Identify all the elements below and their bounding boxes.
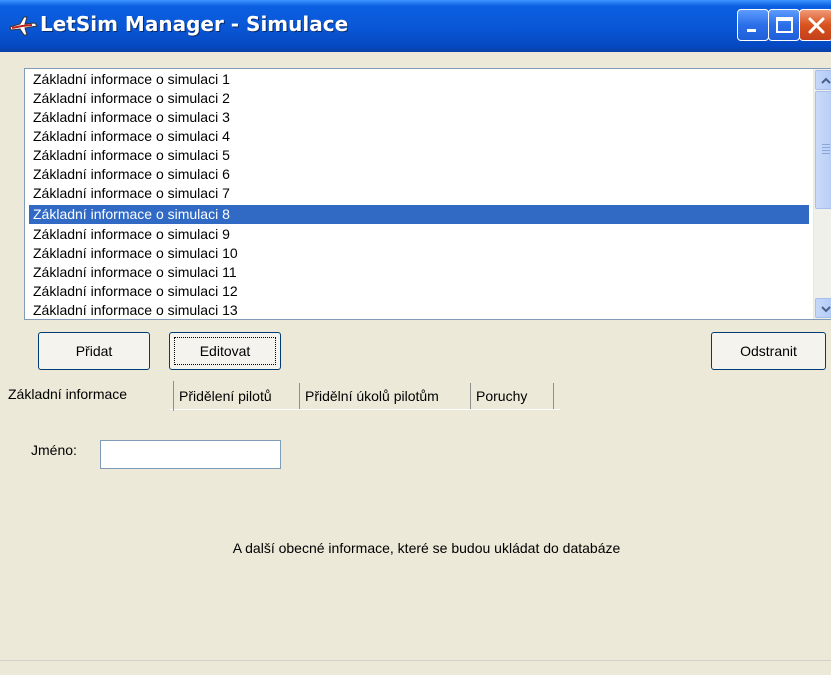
- minimize-button[interactable]: [737, 9, 769, 41]
- list-item[interactable]: Základní informace o simulaci 3: [29, 109, 809, 126]
- chevron-down-icon: [821, 306, 831, 313]
- tab-faults[interactable]: Poruchy: [471, 383, 554, 409]
- list-item[interactable]: Základní informace o simulaci 12: [29, 283, 809, 300]
- list-item[interactable]: Základní informace o simulaci 4: [29, 128, 809, 145]
- minimize-icon: [747, 29, 756, 32]
- edit-button[interactable]: Editovat: [169, 332, 281, 370]
- close-button[interactable]: [799, 9, 831, 41]
- tab-pilot-tasks[interactable]: Přidělní úkolů pilotům: [300, 383, 471, 409]
- name-label: Jméno:: [31, 442, 77, 458]
- list-item[interactable]: Základní informace o simulaci 13: [29, 302, 809, 319]
- maximize-button[interactable]: [768, 9, 800, 41]
- remove-button-label: Odstranit: [740, 343, 797, 359]
- grip-line: [822, 144, 830, 145]
- tab-pilot-assignment[interactable]: Přidělení pilotů: [174, 383, 300, 409]
- app-window: LetSim Manager - Simulace Základní infor…: [0, 0, 831, 675]
- list-item[interactable]: Základní informace o simulaci 5: [29, 147, 809, 164]
- list-item[interactable]: Základní informace o simulaci 11: [29, 264, 809, 281]
- edit-button-label: Editovat: [199, 343, 251, 359]
- list-item[interactable]: Základní informace o simulaci 7: [29, 185, 809, 202]
- divider: [0, 660, 831, 661]
- list-item[interactable]: Základní informace o simulaci 1: [29, 71, 809, 88]
- info-description: A další obecné informace, které se budou…: [232, 540, 621, 556]
- simulation-list[interactable]: Základní informace o simulaci 1 Základní…: [24, 68, 831, 320]
- list-item[interactable]: Základní informace o simulaci 9: [29, 226, 809, 243]
- remove-button[interactable]: Odstranit: [711, 332, 826, 370]
- title-bar[interactable]: LetSim Manager - Simulace: [0, 0, 831, 52]
- list-scrollbar[interactable]: [813, 69, 831, 319]
- chevron-up-icon: [821, 77, 831, 84]
- list-item-selected[interactable]: Základní informace o simulaci 8: [29, 205, 809, 224]
- tab-strip-line: [170, 409, 560, 410]
- scroll-up-button[interactable]: [815, 70, 831, 90]
- maximize-icon: [776, 17, 793, 33]
- add-button-label: Přidat: [75, 343, 113, 359]
- scroll-thumb[interactable]: [815, 91, 831, 209]
- window-title: LetSim Manager - Simulace: [40, 12, 349, 36]
- grip-line: [822, 153, 830, 154]
- grip-line: [822, 147, 830, 148]
- list-item[interactable]: Základní informace o simulaci 2: [29, 90, 809, 107]
- tab-basic-info[interactable]: Základní informace: [0, 381, 174, 411]
- name-field[interactable]: [100, 440, 281, 469]
- airplane-icon: [8, 15, 38, 37]
- list-item[interactable]: Základní informace o simulaci 10: [29, 245, 809, 262]
- scroll-down-button[interactable]: [815, 298, 831, 318]
- close-icon: [808, 17, 825, 34]
- list-item[interactable]: Základní informace o simulaci 6: [29, 166, 809, 183]
- grip-line: [822, 150, 830, 151]
- add-button[interactable]: Přidat: [38, 332, 150, 370]
